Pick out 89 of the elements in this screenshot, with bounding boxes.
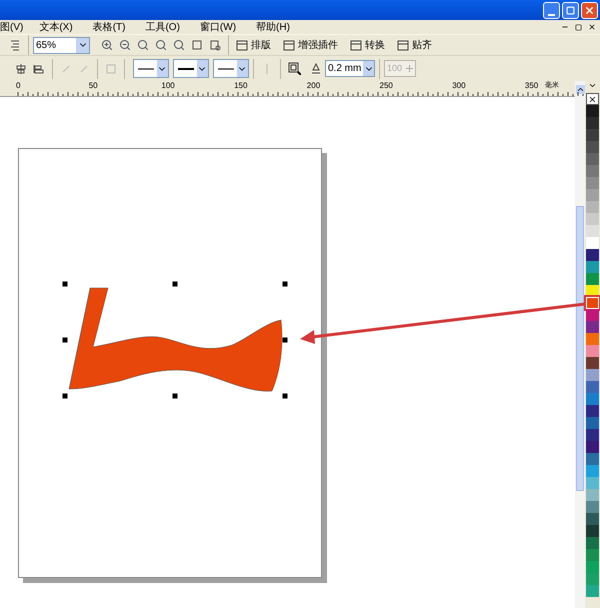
- color-swatch[interactable]: [586, 249, 599, 261]
- ruler-label: 250: [380, 81, 393, 90]
- color-swatch[interactable]: [586, 297, 599, 309]
- plugin-button[interactable]: 排版: [233, 38, 274, 52]
- color-swatch[interactable]: [586, 525, 599, 537]
- scroll-up-icon[interactable]: [576, 85, 584, 94]
- color-swatch[interactable]: [586, 561, 599, 573]
- color-swatch[interactable]: [586, 225, 599, 237]
- color-swatch[interactable]: [586, 585, 599, 597]
- no-color-swatch[interactable]: [586, 93, 599, 105]
- menu-item[interactable]: 图(V): [0, 20, 24, 34]
- color-swatch[interactable]: [586, 273, 599, 285]
- outline-width-dropdown[interactable]: 0.2 mm: [325, 60, 375, 77]
- color-swatch[interactable]: [586, 477, 599, 489]
- color-swatch[interactable]: [586, 165, 599, 177]
- color-swatch[interactable]: [586, 369, 599, 381]
- selection-handle[interactable]: [62, 338, 68, 342]
- color-swatch[interactable]: [586, 105, 599, 117]
- ruler-label: 350: [524, 81, 538, 90]
- toolbar-icon: [283, 40, 295, 50]
- color-swatch[interactable]: [586, 441, 599, 453]
- close-icon: [584, 4, 595, 16]
- color-swatch[interactable]: [586, 465, 599, 477]
- color-swatch[interactable]: [586, 537, 599, 549]
- restore-icon[interactable]: [575, 24, 582, 30]
- color-swatch[interactable]: [586, 381, 599, 393]
- color-swatch[interactable]: [586, 261, 599, 273]
- ruler-label: 0: [16, 81, 20, 90]
- color-swatch[interactable]: [586, 237, 599, 249]
- color-swatch[interactable]: [586, 501, 599, 513]
- color-swatch[interactable]: [586, 321, 599, 333]
- color-swatch[interactable]: [586, 177, 599, 189]
- line-style-icon: [216, 66, 235, 72]
- color-swatch[interactable]: [586, 417, 599, 429]
- scrollbar-thumb[interactable]: [576, 206, 584, 491]
- ruler-label: 100: [161, 81, 175, 90]
- zoom-dropdown[interactable]: 65%: [33, 36, 90, 54]
- color-swatch[interactable]: [586, 453, 599, 465]
- color-swatch[interactable]: [586, 393, 599, 405]
- plugin-button[interactable]: 转换: [347, 38, 388, 52]
- plus-icon: [406, 65, 415, 72]
- restore-button[interactable]: [562, 2, 579, 18]
- selection-handle[interactable]: [172, 282, 178, 286]
- selection-handle[interactable]: [282, 338, 288, 342]
- minimize-button[interactable]: [543, 2, 560, 18]
- line-style-dropdown[interactable]: [173, 59, 209, 78]
- line-style-icon: [176, 66, 195, 72]
- selection-handle[interactable]: [282, 282, 288, 286]
- toolbar-icon: [236, 40, 248, 50]
- selected-shape[interactable]: [68, 288, 282, 392]
- menu-item[interactable]: 工具(O): [145, 20, 180, 34]
- close-icon[interactable]: [588, 23, 596, 31]
- color-swatch[interactable]: [586, 129, 599, 141]
- color-swatch[interactable]: [586, 573, 599, 585]
- ruler-label: 50: [88, 81, 98, 90]
- menu-item[interactable]: 文本(X): [39, 20, 73, 34]
- toolbar-icon: [350, 40, 362, 50]
- ruler-label: 200: [306, 81, 320, 90]
- line-style-icon: [136, 66, 155, 72]
- color-swatch[interactable]: [586, 549, 599, 561]
- color-swatch[interactable]: [586, 345, 599, 357]
- ruler-label: 150: [234, 81, 248, 90]
- menu-item[interactable]: 帮助(H): [256, 20, 290, 34]
- color-swatch[interactable]: [586, 357, 599, 369]
- toolbar-icon: [397, 40, 409, 50]
- selection-handle[interactable]: [172, 394, 178, 398]
- close-button[interactable]: [581, 2, 598, 18]
- selection-handle[interactable]: [62, 394, 68, 398]
- color-swatch[interactable]: [586, 429, 599, 441]
- color-swatch[interactable]: [586, 153, 599, 165]
- selection-handle[interactable]: [62, 282, 68, 286]
- color-swatch[interactable]: [586, 201, 599, 213]
- color-swatch[interactable]: [586, 117, 599, 129]
- menu-item[interactable]: 表格(T): [92, 20, 126, 34]
- color-swatch[interactable]: [586, 309, 599, 321]
- plugin-button[interactable]: 增强插件: [280, 38, 341, 52]
- plugin-button[interactable]: 贴齐: [394, 38, 435, 52]
- color-swatch[interactable]: [586, 189, 599, 201]
- line-style-dropdown[interactable]: [133, 59, 169, 78]
- color-swatch[interactable]: [586, 141, 599, 153]
- line-style-dropdown[interactable]: [213, 59, 249, 78]
- color-swatch[interactable]: [586, 405, 599, 417]
- color-swatch[interactable]: [586, 213, 599, 225]
- color-swatch[interactable]: [586, 333, 599, 345]
- color-swatch[interactable]: [586, 513, 599, 525]
- color-swatch[interactable]: [586, 489, 599, 501]
- selection-handle[interactable]: [282, 394, 288, 398]
- menu-item[interactable]: 窗口(W): [200, 20, 236, 34]
- ruler-label: 300: [452, 81, 466, 90]
